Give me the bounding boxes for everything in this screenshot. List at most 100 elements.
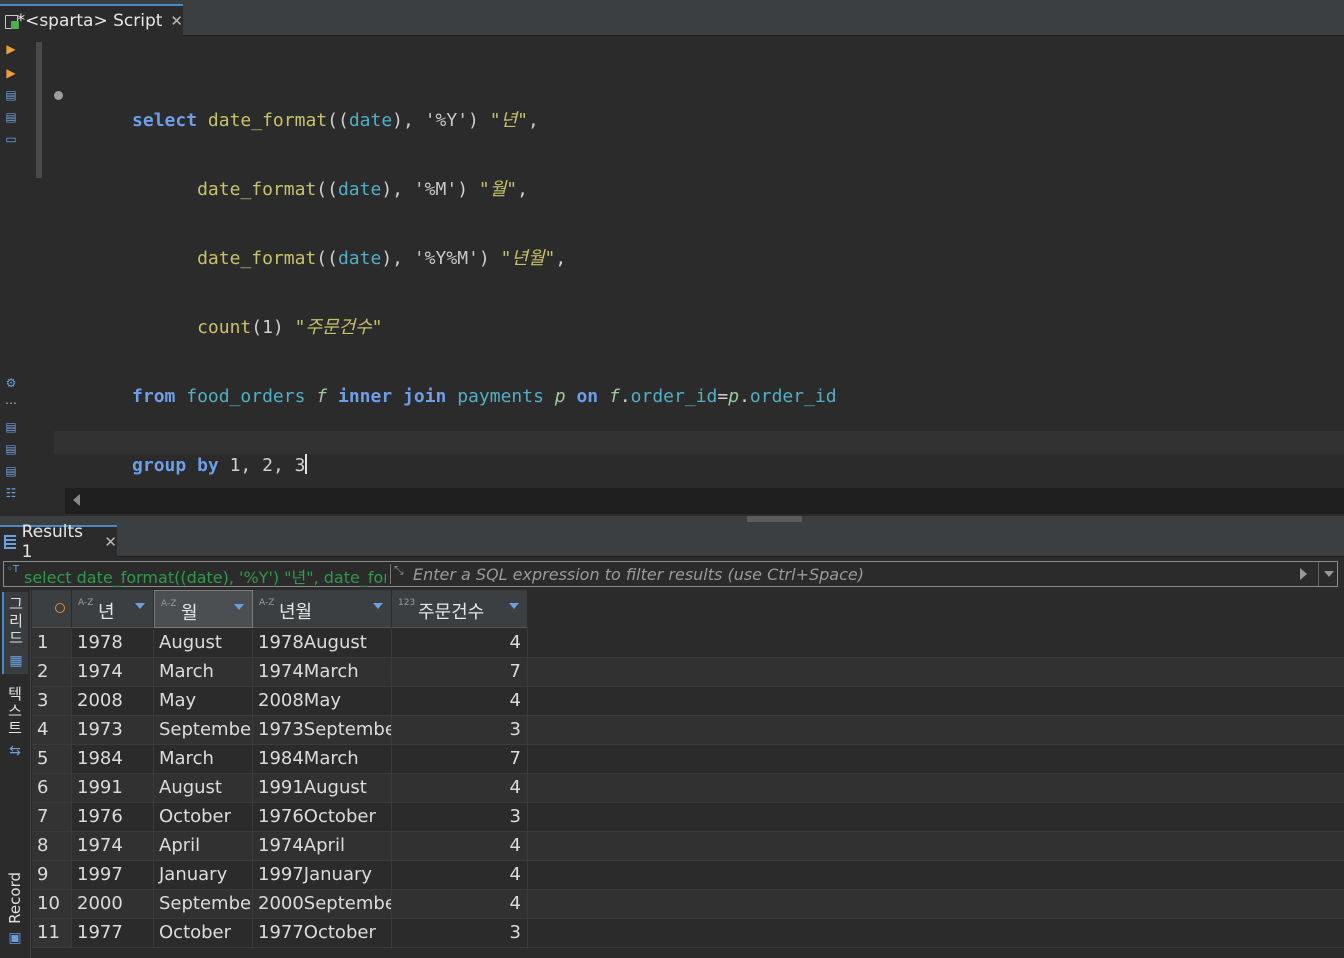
cell-year[interactable]: 1984 bbox=[72, 745, 154, 773]
row-number[interactable]: 5 bbox=[32, 745, 72, 773]
cell-year-month[interactable]: 1973September bbox=[253, 716, 392, 744]
table-row[interactable]: 1 1978 August 1978August 4 bbox=[32, 629, 1344, 658]
sort-icon[interactable] bbox=[509, 603, 519, 609]
tab-grid-view[interactable]: 그리드 ▦ bbox=[2, 592, 28, 674]
table-row[interactable]: 2 1974 March 1974March 7 bbox=[32, 658, 1344, 687]
cell-year-month[interactable]: 1991August bbox=[253, 774, 392, 802]
cell-month[interactable]: May bbox=[154, 687, 253, 715]
cell-year[interactable]: 1997 bbox=[72, 861, 154, 889]
close-icon[interactable]: ✕ bbox=[104, 533, 117, 551]
cell-year-month[interactable]: 2008May bbox=[253, 687, 392, 715]
column-header-year-month[interactable]: A-Z 년월 bbox=[253, 590, 392, 628]
sort-icon[interactable] bbox=[234, 604, 244, 610]
cell-order-count[interactable]: 4 bbox=[392, 774, 528, 802]
row-number[interactable]: 9 bbox=[32, 861, 72, 889]
cell-year[interactable]: 1974 bbox=[72, 832, 154, 860]
cell-year-month[interactable]: 1974April bbox=[253, 832, 392, 860]
cell-month[interactable]: October bbox=[154, 919, 253, 947]
table-row[interactable]: 9 1997 January 1997January 4 bbox=[32, 861, 1344, 890]
cell-order-count[interactable]: 7 bbox=[392, 658, 528, 686]
cell-month[interactable]: March bbox=[154, 745, 253, 773]
row-number[interactable]: 1 bbox=[32, 629, 72, 657]
cell-year-month[interactable]: 1977October bbox=[253, 919, 392, 947]
row-number[interactable]: 11 bbox=[32, 919, 72, 947]
sql-editor[interactable]: ▶ ▶ ▤ ▤ ▭ ⚙ ⋯ ▤ ▤ ▤ ☷ select date_format… bbox=[0, 36, 1344, 516]
cell-month[interactable]: January bbox=[154, 861, 253, 889]
row-number[interactable]: 7 bbox=[32, 803, 72, 831]
outline-icon[interactable]: ☷ bbox=[4, 486, 18, 500]
tab-text-view[interactable]: 텍스트 ⇆ bbox=[2, 682, 28, 762]
cell-year-month[interactable]: 2000September bbox=[253, 890, 392, 918]
table-row[interactable]: 8 1974 April 1974April 4 bbox=[32, 832, 1344, 861]
cell-order-count[interactable]: 4 bbox=[392, 687, 528, 715]
gear-icon[interactable]: ⚙ bbox=[4, 376, 18, 390]
apply-filter-icon[interactable] bbox=[1300, 568, 1307, 580]
cell-year-month[interactable]: 1974March bbox=[253, 658, 392, 686]
table-row[interactable]: 10 2000 September 2000September 4 bbox=[32, 890, 1344, 919]
cell-year[interactable]: 2000 bbox=[72, 890, 154, 918]
cell-month[interactable]: April bbox=[154, 832, 253, 860]
execute-script-icon[interactable]: ▤ bbox=[4, 88, 18, 102]
execute-statement-new-tab-icon[interactable]: ▶ bbox=[4, 66, 18, 80]
close-icon[interactable]: ✕ bbox=[170, 12, 183, 30]
cell-order-count[interactable]: 3 bbox=[392, 919, 528, 947]
row-header-corner[interactable] bbox=[32, 590, 72, 628]
tab-record-view[interactable]: Record ▣ bbox=[2, 868, 28, 958]
row-number[interactable]: 4 bbox=[32, 716, 72, 744]
cell-year-month[interactable]: 1976October bbox=[253, 803, 392, 831]
row-number[interactable]: 10 bbox=[32, 890, 72, 918]
table-row[interactable]: 11 1977 October 1977October 3 bbox=[32, 919, 1344, 948]
cell-year-month[interactable]: 1984March bbox=[253, 745, 392, 773]
table-row[interactable]: 4 1973 September 1973September 3 bbox=[32, 716, 1344, 745]
filter-history-dropdown[interactable] bbox=[1318, 562, 1338, 586]
execute-script-new-tab-icon[interactable]: ▤ bbox=[4, 110, 18, 124]
cell-year[interactable]: 1976 bbox=[72, 803, 154, 831]
row-number[interactable]: 8 bbox=[32, 832, 72, 860]
cell-order-count[interactable]: 7 bbox=[392, 745, 528, 773]
cell-month[interactable]: March bbox=[154, 658, 253, 686]
cell-year[interactable]: 1973 bbox=[72, 716, 154, 744]
cell-year[interactable]: 2008 bbox=[72, 687, 154, 715]
cell-year[interactable]: 1991 bbox=[72, 774, 154, 802]
cell-month[interactable]: October bbox=[154, 803, 253, 831]
cell-order-count[interactable]: 4 bbox=[392, 890, 528, 918]
row-number[interactable]: 2 bbox=[32, 658, 72, 686]
tab-results-1[interactable]: Results 1 ✕ bbox=[0, 522, 117, 562]
cell-month[interactable]: September bbox=[154, 890, 253, 918]
cell-month[interactable]: September bbox=[154, 716, 253, 744]
cell-year-month[interactable]: 1997January bbox=[253, 861, 392, 889]
export-script-icon[interactable]: ▤ bbox=[4, 464, 18, 478]
cell-order-count[interactable]: 4 bbox=[392, 629, 528, 657]
row-number[interactable]: 6 bbox=[32, 774, 72, 802]
more-icon[interactable]: ⋯ bbox=[4, 396, 18, 410]
cell-order-count[interactable]: 3 bbox=[392, 803, 528, 831]
table-row[interactable]: 3 2008 May 2008May 4 bbox=[32, 687, 1344, 716]
column-header-month[interactable]: A-Z 월 bbox=[154, 590, 253, 628]
horizontal-scrollbar[interactable] bbox=[65, 488, 1344, 514]
column-header-year[interactable]: A-Z 년 bbox=[72, 590, 154, 628]
column-header-order-count[interactable]: 123 주문건수 bbox=[392, 590, 528, 628]
cell-year[interactable]: 1974 bbox=[72, 658, 154, 686]
table-row[interactable]: 7 1976 October 1976October 3 bbox=[32, 803, 1344, 832]
table-row[interactable]: 6 1991 August 1991August 4 bbox=[32, 774, 1344, 803]
tab-script[interactable]: *<sparta> Script ✕ bbox=[0, 4, 183, 36]
cell-order-count[interactable]: 4 bbox=[392, 861, 528, 889]
cell-month[interactable]: August bbox=[154, 629, 253, 657]
code-area[interactable]: select date_format((date), '%Y') "년", da… bbox=[54, 40, 1344, 500]
scroll-left-icon[interactable] bbox=[73, 494, 80, 506]
explain-plan-icon[interactable]: ▭ bbox=[4, 132, 18, 146]
cell-month[interactable]: August bbox=[154, 774, 253, 802]
filter-input[interactable]: Enter a SQL expression to filter results… bbox=[413, 565, 864, 584]
filter-expand-icon[interactable]: ⤡ bbox=[394, 563, 404, 578]
filter-query-preview[interactable]: select date_format((date), '%Y') "년", da… bbox=[24, 564, 386, 588]
table-row[interactable]: 5 1984 March 1984March 7 bbox=[32, 745, 1344, 774]
cell-year[interactable]: 1977 bbox=[72, 919, 154, 947]
script-error-icon[interactable]: ▤ bbox=[4, 442, 18, 456]
cell-year-month[interactable]: 1978August bbox=[253, 629, 392, 657]
sort-icon[interactable] bbox=[135, 603, 145, 609]
filter-bar[interactable]: ◦T select date_format((date), '%Y') "년",… bbox=[3, 561, 1338, 587]
execute-statement-icon[interactable]: ▶ bbox=[4, 42, 18, 56]
sort-icon[interactable] bbox=[373, 603, 383, 609]
new-script-icon[interactable]: ▤ bbox=[4, 420, 18, 434]
cell-year[interactable]: 1978 bbox=[72, 629, 154, 657]
